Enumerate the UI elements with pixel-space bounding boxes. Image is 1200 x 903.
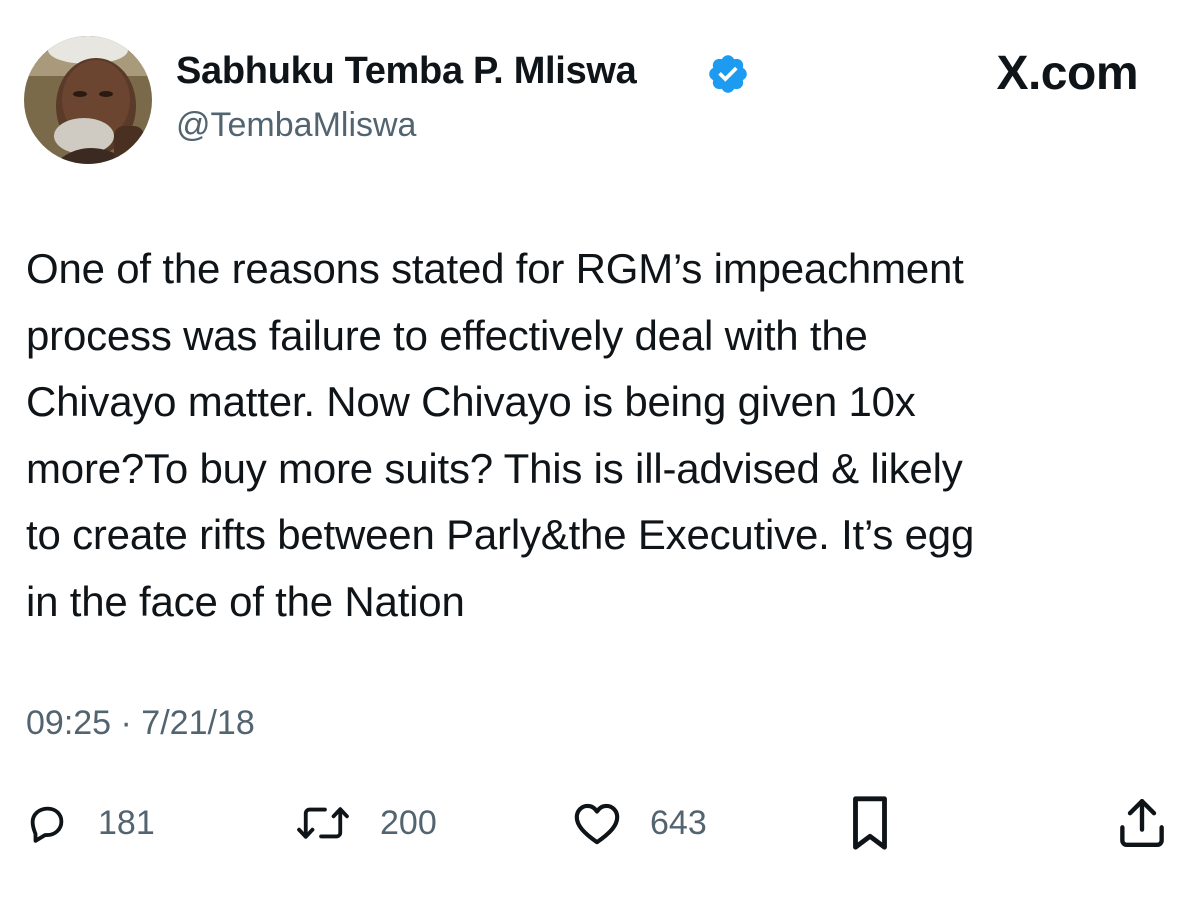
retweet-icon: [297, 807, 349, 839]
reply-count: 181: [98, 803, 155, 842]
bookmark-icon: [853, 796, 887, 850]
like-count: 643: [650, 803, 707, 842]
profile-photo: [24, 36, 152, 164]
retweet-count: 200: [380, 803, 437, 842]
display-name[interactable]: Sabhuku Temba P. Mliswa: [176, 50, 637, 93]
reply-button[interactable]: 181: [24, 790, 155, 856]
author-handle[interactable]: @TembaMliswa: [176, 106, 416, 145]
site-label: X.com: [996, 47, 1138, 100]
share-icon: [1120, 799, 1164, 847]
action-bar: 181 200 643: [0, 790, 1200, 860]
retweet-button[interactable]: 200: [294, 790, 437, 856]
tweet-timestamp[interactable]: 09:25 · 7/21/18: [26, 704, 255, 743]
avatar[interactable]: [24, 36, 152, 164]
like-button[interactable]: 643: [572, 790, 707, 856]
tweet-text: One of the reasons stated for RGM’s impe…: [26, 245, 975, 625]
reply-icon: [30, 806, 64, 843]
heart-icon: [574, 803, 620, 845]
bookmark-button[interactable]: [848, 790, 892, 856]
verified-badge-icon: [709, 55, 747, 93]
share-button[interactable]: [1118, 790, 1166, 856]
